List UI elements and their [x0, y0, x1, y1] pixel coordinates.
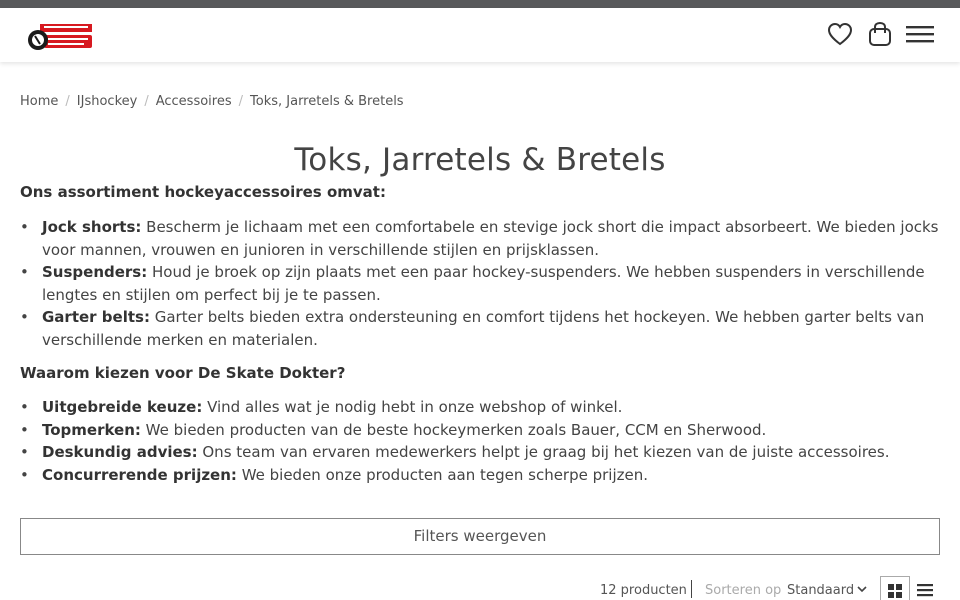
top-bar	[0, 0, 960, 8]
list-item: • Suspenders: Houd je broek op zijn plaat…	[20, 261, 940, 306]
list-item-text: We bieden producten van de beste hockeym…	[140, 420, 767, 439]
list-item-term: Suspenders:	[42, 263, 148, 281]
shopping-bag-icon[interactable]	[866, 20, 894, 48]
list-item: • Garter belts: Garter belts bieden extra…	[20, 306, 940, 351]
list-item: • Uitgebreide keuze: Vind alles wat je no…	[20, 396, 940, 419]
list-item-term: Concurrerende prijzen:	[42, 465, 237, 484]
list-item-text: Garter belts bieden extra ondersteuning …	[42, 308, 925, 349]
list-item-text: Vind alles wat je nodig hebt in onze web…	[202, 398, 623, 416]
grid-view-icon	[888, 584, 902, 598]
chevron-down-icon[interactable]	[857, 585, 867, 593]
list-item-text: Ons team van ervaren medewerkers helpt j…	[197, 443, 890, 461]
sort-select[interactable]: Standaard	[787, 583, 854, 598]
list-item: • Jock shorts: Bescherm je lichaam met ee…	[20, 216, 940, 261]
site-header	[0, 8, 960, 62]
bullet-icon: •	[20, 308, 29, 326]
hamburger-menu-icon[interactable]	[905, 20, 935, 48]
list-item-text: Houd je broek op zijn plaats met een paa…	[42, 263, 925, 304]
list-item-term: Uitgebreide keuze:	[42, 398, 203, 416]
breadcrumb-separator: /	[65, 94, 70, 109]
product-count: 12 producten	[600, 583, 687, 598]
intro-heading: Ons assortiment hockeyaccessoires omvat:	[20, 183, 386, 201]
list-item-term: Garter belts:	[42, 308, 150, 326]
list-view-icon[interactable]	[914, 580, 936, 600]
grid-view-button[interactable]	[880, 576, 910, 600]
heart-icon[interactable]	[826, 20, 854, 48]
why-heading: Waarom kiezen voor De Skate Dokter?	[20, 364, 346, 382]
breadcrumb: Home / IJshockey / Accessoires / Toks, Jarrete…	[20, 94, 404, 109]
list-item-term: Deskundig advies:	[42, 443, 198, 461]
list-item: • Concurrerende prijzen: We bieden onze p…	[20, 464, 940, 487]
sort-label: Sorteren op	[705, 583, 782, 598]
bullet-icon: •	[20, 398, 29, 416]
site-logo[interactable]	[26, 20, 94, 54]
list-item-term: Topmerken:	[42, 420, 141, 439]
list-item-term: Jock shorts:	[42, 218, 142, 236]
breadcrumb-current[interactable]: Toks, Jarretels & Bretels	[250, 94, 404, 109]
breadcrumb-separator: /	[238, 94, 244, 109]
page-title: Toks, Jarretels & Bretels	[294, 142, 666, 178]
show-filters-button[interactable]: Filters weergeven	[20, 518, 940, 555]
bullet-icon: •	[20, 218, 29, 236]
breadcrumb-home[interactable]: Home	[20, 94, 58, 109]
bullet-icon: •	[20, 465, 29, 484]
toolbar-divider	[691, 580, 692, 598]
bullet-icon: •	[20, 420, 29, 439]
list-item: • Topmerken: We bieden producten van de b…	[20, 419, 940, 442]
product-toolbar: 12 producten Sorteren op Standaard	[0, 576, 960, 600]
reasons-list: • Uitgebreide keuze: Vind alles wat je no…	[20, 396, 940, 486]
breadcrumb-ijshockey[interactable]: IJshockey	[77, 94, 138, 109]
breadcrumb-accessoires[interactable]: Accessoires	[156, 94, 232, 109]
bullet-icon: •	[20, 263, 29, 281]
bullet-icon: •	[20, 443, 29, 461]
accessories-list: • Jock shorts: Bescherm je lichaam met ee…	[20, 216, 940, 351]
breadcrumb-separator: /	[144, 94, 149, 109]
list-item-text: We bieden onze producten aan tegen scher…	[236, 465, 649, 484]
list-item-text: Bescherm je lichaam met een comfortabele…	[42, 218, 939, 259]
list-item: • Deskundig advies: Ons team van ervaren …	[20, 441, 940, 464]
